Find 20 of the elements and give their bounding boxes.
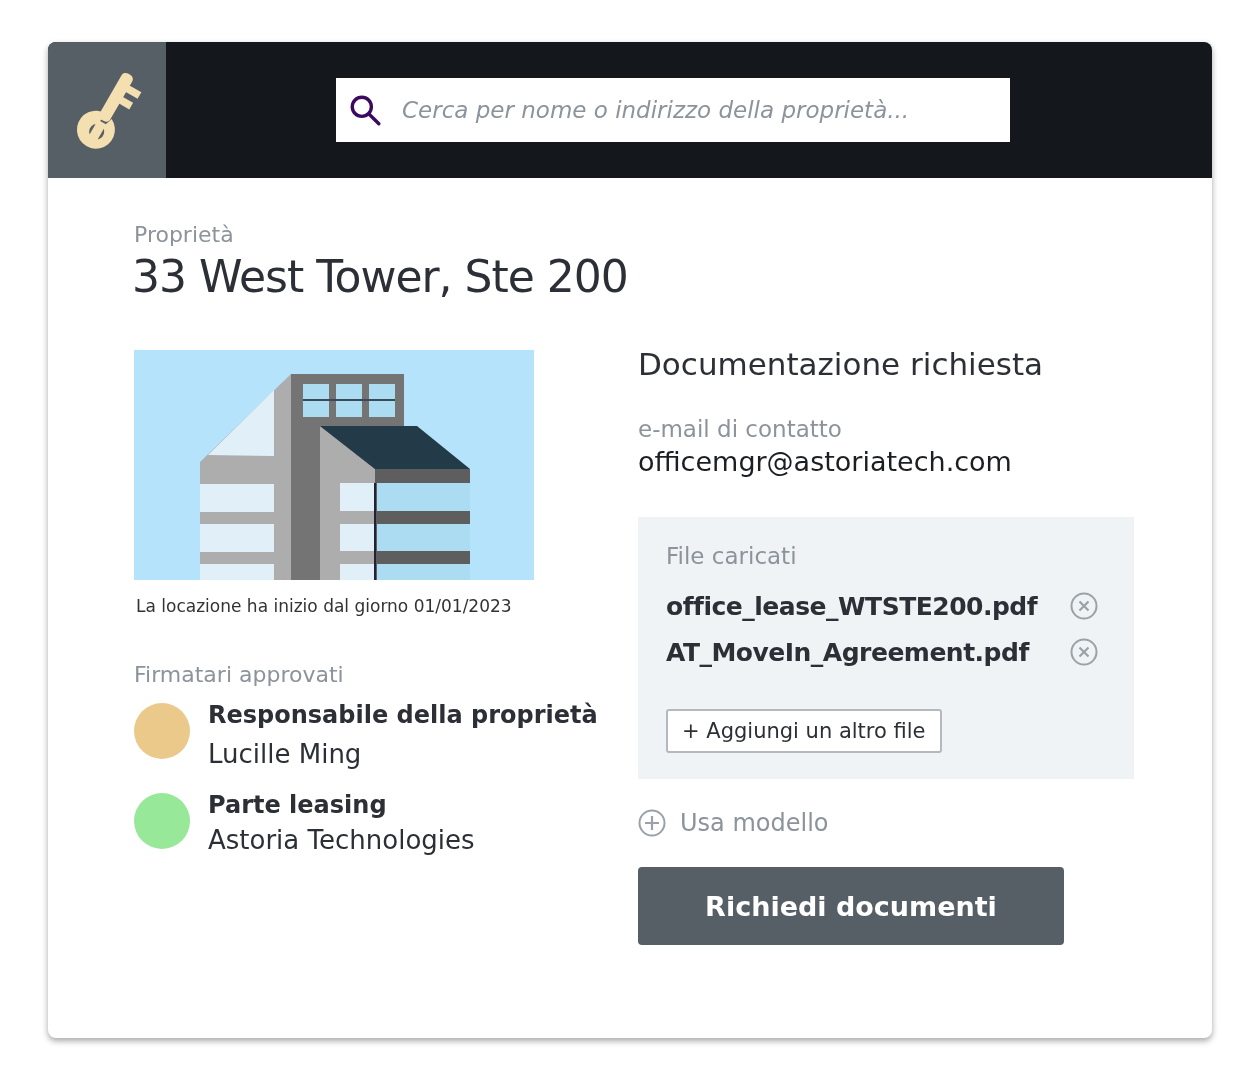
field-label: e-mail di contatto [638, 416, 843, 442]
file-name: office_lease_WTSTE200.pdf [666, 591, 1038, 621]
lease-start-note: La locazione ha inizio dal giorno 01/01/2023 [136, 596, 513, 616]
section-label: Firmatari approvati [134, 662, 345, 687]
request-documents-button[interactable]: Richiedi documenti [638, 867, 1064, 945]
signatory-name: Astoria Technologies [208, 825, 475, 855]
file-name: AT_MoveIn_Agreement.pdf [666, 637, 1029, 667]
add-file-button[interactable]: + Aggiungi un altro file [666, 709, 942, 753]
plus-circle-icon [638, 809, 666, 837]
remove-icon[interactable] [1070, 638, 1098, 666]
section-heading: Documentazione richiesta [638, 346, 1045, 382]
signatory-role: Parte leasing [208, 791, 388, 819]
signatory-name: Lucille Ming [208, 739, 363, 769]
contact-email: officemgr@astoriatech.com [638, 446, 1013, 477]
section-label: File caricati [666, 543, 798, 569]
search-field[interactable]: Cerca per nome o indirizzo della proprietà... [336, 78, 1010, 142]
section-label: Proprietà [134, 222, 235, 247]
remove-icon[interactable] [1070, 592, 1098, 620]
signatory-role: Responsabile della proprietà [208, 701, 598, 729]
property-title: 33 West Tower, Ste 200 [132, 251, 629, 302]
